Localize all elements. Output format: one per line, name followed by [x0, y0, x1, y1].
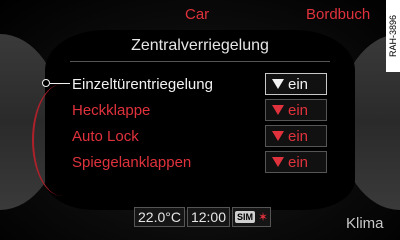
value-toggle[interactable]: ein	[265, 125, 327, 147]
dropdown-triangle-icon	[272, 105, 284, 115]
dropdown-triangle-icon	[272, 157, 284, 167]
temperature-readout: 22.0°C	[134, 207, 185, 227]
selection-cursor-icon	[42, 79, 50, 87]
toggle-value: ein	[288, 101, 309, 119]
bordbuch-softkey[interactable]: Bordbuch	[306, 6, 370, 23]
mmi-screen: Car Bordbuch Klima RAH-3896 Zentralverri…	[0, 0, 400, 240]
dropdown-triangle-icon	[272, 79, 284, 89]
menu-item-label: Auto Lock	[72, 127, 139, 145]
toggle-value: ein	[288, 75, 309, 93]
menu-item-label: Spiegelanklappen	[72, 153, 192, 171]
menu-title: Zentralverriegelung	[70, 30, 330, 62]
value-toggle[interactable]: ein	[265, 99, 327, 121]
menu-item-label: Heckklappe	[72, 101, 151, 119]
value-toggle[interactable]: ein	[265, 73, 327, 95]
selection-cursor-line	[50, 83, 70, 84]
menu-list: Einzeltürentriegelung ein Heckklappe ein…	[72, 71, 332, 175]
menu-item-heckklappe[interactable]: Heckklappe ein	[72, 97, 332, 123]
menu-item-label: Einzeltürentriegelung	[72, 75, 213, 93]
connectivity-status: SIM ✶	[232, 207, 272, 227]
toggle-value: ein	[288, 127, 309, 145]
car-softkey[interactable]: Car	[185, 6, 209, 23]
menu-title-text: Zentralverriegelung	[131, 36, 269, 54]
value-toggle[interactable]: ein	[265, 151, 327, 173]
bluetooth-icon: ✶	[258, 210, 269, 224]
sim-badge: SIM	[235, 211, 256, 223]
image-reference-tag: RAH-3896	[386, 0, 400, 72]
menu-item-einzeltuerentriegelung[interactable]: Einzeltürentriegelung ein	[72, 71, 332, 97]
menu-item-spiegelanklappen[interactable]: Spiegelanklappen ein	[72, 149, 332, 175]
clock-readout: 12:00	[186, 207, 231, 227]
status-bar: 22.0°C 12:00 SIM ✶	[134, 207, 272, 227]
klima-softkey[interactable]: Klima	[346, 215, 384, 232]
toggle-value: ein	[288, 153, 309, 171]
menu-item-auto-lock[interactable]: Auto Lock ein	[72, 123, 332, 149]
dropdown-triangle-icon	[272, 131, 284, 141]
